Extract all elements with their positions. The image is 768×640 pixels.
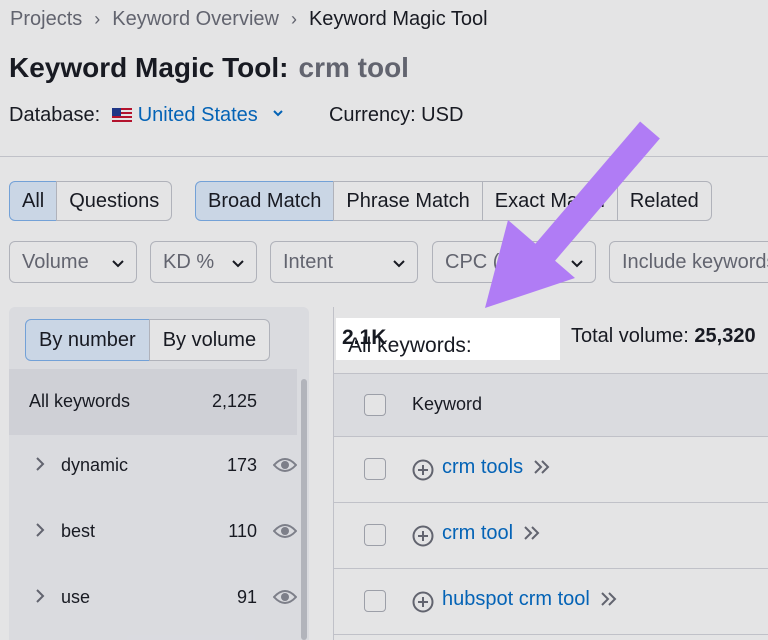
chevron-down-icon[interactable] xyxy=(273,108,284,118)
page-title-label: Keyword Magic Tool: xyxy=(9,52,289,83)
keyword-link[interactable]: hubspot crm tool xyxy=(442,588,618,611)
filter-kd-label: KD % xyxy=(163,250,215,273)
eye-icon[interactable] xyxy=(273,587,297,607)
callout-arrow-icon xyxy=(485,121,660,308)
keyword-text[interactable]: crm tools xyxy=(442,456,523,478)
keyword-text[interactable]: hubspot crm tool xyxy=(442,588,590,610)
tab-broad-match[interactable]: Broad Match xyxy=(195,181,335,221)
keyword-link[interactable]: crm tool xyxy=(442,522,541,545)
add-circle-icon[interactable] xyxy=(412,525,434,547)
table-row: crm tools xyxy=(334,436,768,503)
question-filter-group: All Questions xyxy=(9,181,173,221)
filter-kd[interactable]: KD % xyxy=(150,241,257,283)
keyword-count-summary: All keywords: 2.1K xyxy=(342,326,472,357)
group-count: 173 xyxy=(226,455,257,475)
add-circle-icon[interactable] xyxy=(412,591,434,613)
group-label: use xyxy=(61,587,91,607)
total-volume-text: Total volume: xyxy=(571,325,689,347)
group-label: dynamic xyxy=(61,455,129,475)
row-checkbox[interactable] xyxy=(364,590,386,612)
toggle-by-volume[interactable]: By volume xyxy=(148,319,271,361)
group-count: 91 xyxy=(236,587,257,607)
chevron-down-icon xyxy=(393,260,405,268)
group-label: All keywords xyxy=(29,391,131,411)
eye-icon[interactable] xyxy=(273,521,297,541)
table-row: crm tool xyxy=(334,502,768,569)
keyword-count-label: All keywords: xyxy=(348,334,472,357)
group-count: 110 xyxy=(228,521,257,541)
group-row-all[interactable]: All keywords 2,125 xyxy=(9,369,297,435)
filter-intent[interactable]: Intent xyxy=(270,241,418,283)
table-row: hubspot crm tool xyxy=(334,568,768,635)
keyword-column-header[interactable]: Keyword xyxy=(412,394,482,415)
keyword-groups-panel: By number By volume All keywords 2,125 d… xyxy=(9,307,309,640)
breadcrumb-projects[interactable]: Projects xyxy=(10,8,82,30)
group-row[interactable]: best 110 xyxy=(9,499,297,565)
breadcrumb-current: Keyword Magic Tool xyxy=(308,8,488,30)
page-title: Keyword Magic Tool: crm tool xyxy=(9,52,409,84)
scrollbar[interactable] xyxy=(301,379,307,640)
select-all-checkbox[interactable] xyxy=(364,394,386,416)
total-volume-value: 25,320 xyxy=(694,325,756,347)
eye-icon[interactable] xyxy=(273,455,297,475)
row-checkbox[interactable] xyxy=(364,524,386,546)
total-volume-label: Total volume: 25,320 xyxy=(571,325,756,348)
tab-questions[interactable]: Questions xyxy=(56,181,173,221)
double-chevron-right-icon[interactable] xyxy=(533,460,551,474)
group-count: 2,125 xyxy=(211,391,257,411)
tab-all[interactable]: All xyxy=(9,181,58,221)
breadcrumb-keyword-overview[interactable]: Keyword Overview xyxy=(112,8,279,30)
chevron-right-icon: › xyxy=(290,9,297,29)
add-circle-icon[interactable] xyxy=(412,459,434,481)
tab-phrase-match[interactable]: Phrase Match xyxy=(333,181,483,221)
page-title-query: crm tool xyxy=(298,52,409,83)
double-chevron-right-icon[interactable] xyxy=(600,592,618,606)
double-chevron-right-icon[interactable] xyxy=(523,526,541,540)
database-row: Database: United States Currency: USD xyxy=(9,104,463,127)
toggle-by-number[interactable]: By number xyxy=(25,319,150,361)
chevron-right-icon[interactable] xyxy=(35,589,45,603)
row-checkbox[interactable] xyxy=(364,458,386,480)
us-flag-icon xyxy=(111,108,132,122)
database-label: Database: xyxy=(9,104,101,126)
group-toggle: By number By volume xyxy=(25,319,271,361)
breadcrumb: Projects › Keyword Overview › Keyword Magic … xyxy=(10,8,488,31)
highlighted-keyword-count: All keywords: 2.1K xyxy=(336,318,560,360)
table-header: Keyword xyxy=(334,373,768,437)
database-selector[interactable]: United States xyxy=(138,104,258,126)
chevron-right-icon: › xyxy=(94,9,101,29)
keyword-link[interactable]: crm tools xyxy=(442,456,551,479)
chevron-down-icon xyxy=(232,260,244,268)
group-row[interactable]: use 91 xyxy=(9,565,297,631)
chevron-right-icon[interactable] xyxy=(35,523,45,537)
filter-volume-label: Volume xyxy=(22,250,89,273)
group-row[interactable]: dynamic 173 xyxy=(9,433,297,499)
keyword-text[interactable]: crm tool xyxy=(442,522,513,544)
filter-volume[interactable]: Volume xyxy=(9,241,137,283)
filter-intent-label: Intent xyxy=(283,250,334,273)
chevron-down-icon xyxy=(112,260,124,268)
chevron-right-icon[interactable] xyxy=(35,457,45,471)
currency-label: Currency: USD xyxy=(328,104,464,126)
group-label: best xyxy=(61,521,96,541)
